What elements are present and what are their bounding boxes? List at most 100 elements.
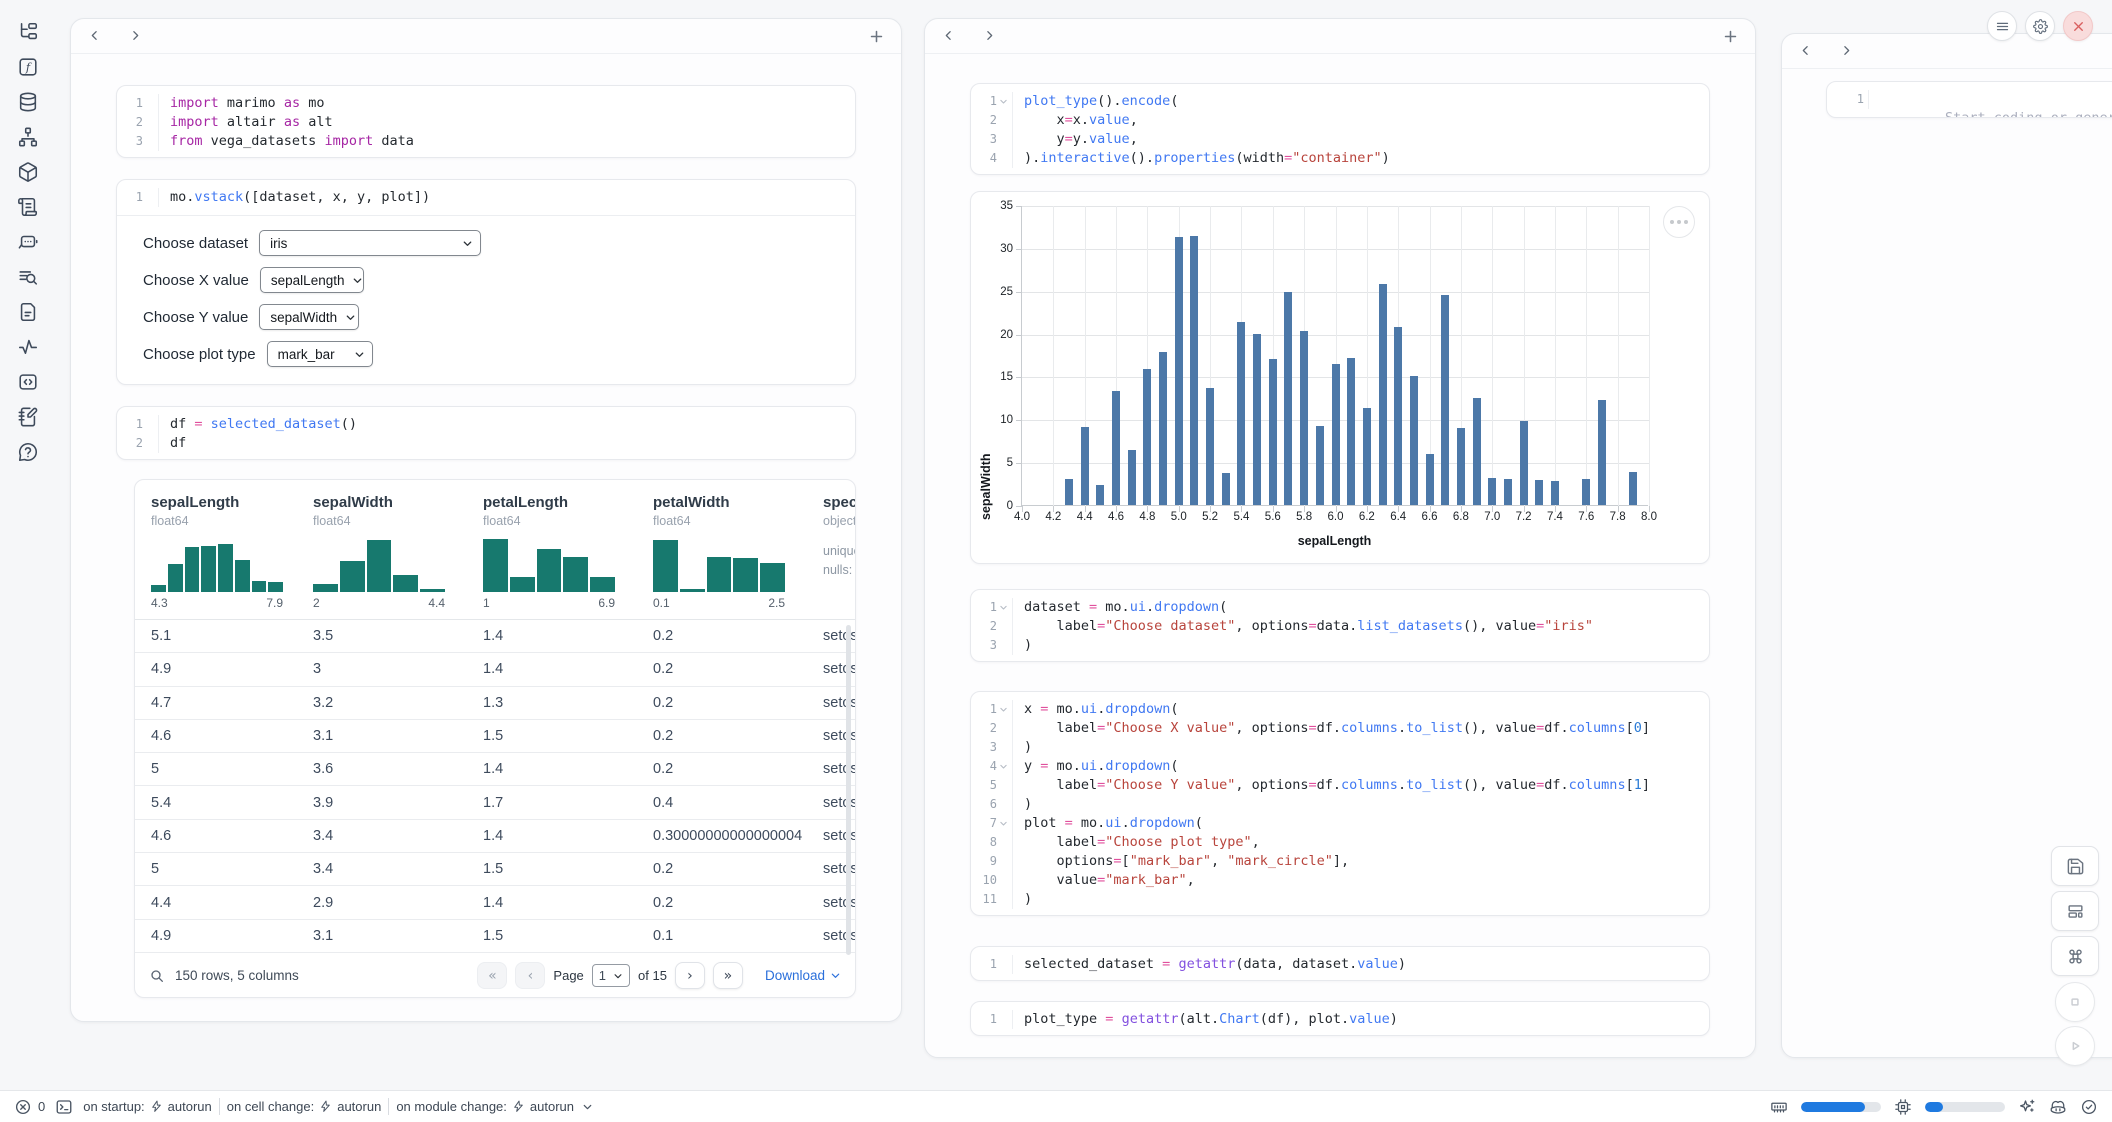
last-page-button[interactable]: » — [713, 962, 743, 989]
run-button[interactable] — [2055, 1026, 2095, 1066]
chevron-right-icon[interactable] — [982, 29, 996, 43]
packages-icon[interactable] — [17, 161, 39, 183]
code-line[interactable]: 11) — [971, 890, 1709, 909]
code-line[interactable]: 4).interactive().properties(width="conta… — [971, 149, 1709, 168]
copilot-icon[interactable] — [2049, 1098, 2067, 1116]
code-cell-xy-dropdowns[interactable]: 1x = mo.ui.dropdown(2 label="Choose X va… — [970, 691, 1710, 916]
column-header-sepalLength[interactable]: sepalLengthfloat644.37.9 — [143, 494, 305, 619]
code-cell-imports[interactable]: 1import marimo as mo2import altair as al… — [116, 85, 856, 158]
dropdown-sepalWidth[interactable]: sepalWidth — [259, 304, 359, 330]
code-cell-vstack[interactable]: 1mo.vstack([dataset, x, y, plot]) Choose… — [116, 179, 856, 385]
code-cell-plot[interactable]: 1plot_type().encode(2 x=x.value,3 y=y.va… — [970, 83, 1710, 175]
table-row[interactable]: 5.43.91.70.4setosa — [135, 786, 855, 819]
layout-button[interactable] — [2051, 891, 2099, 931]
next-page-button[interactable]: › — [675, 962, 705, 989]
runtime-setting[interactable]: on startup:autorun — [83, 1099, 212, 1114]
file-tree-icon[interactable] — [17, 21, 39, 43]
chart-bar[interactable] — [1504, 479, 1512, 505]
code-cell-plot-type[interactable]: 1plot_type = getattr(alt.Chart(df), plot… — [970, 1001, 1710, 1036]
chart-bar[interactable] — [1128, 450, 1136, 505]
search-list-icon[interactable] — [17, 266, 39, 288]
scratchpad-icon[interactable] — [17, 406, 39, 428]
code-line[interactable]: 10 value="mark_bar", — [971, 871, 1709, 890]
tracing-icon[interactable] — [17, 336, 39, 358]
chart-bar[interactable] — [1300, 331, 1308, 505]
dependency-graph-icon[interactable] — [17, 126, 39, 148]
code-output-icon[interactable] — [17, 371, 39, 393]
functions-icon[interactable]: f — [17, 56, 39, 78]
chart-bar[interactable] — [1143, 369, 1151, 505]
keyboard-shortcuts-button[interactable] — [2051, 936, 2099, 976]
chart-bar[interactable] — [1332, 364, 1340, 505]
dropdown-mark_bar[interactable]: mark_bar — [267, 341, 373, 367]
help-icon[interactable] — [17, 441, 39, 463]
scratchpad-editor[interactable]: 1 Start coding or generate with AI — [1826, 81, 2112, 118]
save-button[interactable] — [2051, 846, 2099, 886]
chart-bar[interactable] — [1237, 322, 1245, 505]
table-scrollbar[interactable] — [846, 625, 851, 955]
column-header-sepalWidth[interactable]: sepalWidthfloat6424.4 — [305, 494, 475, 619]
runtime-setting[interactable]: on cell change:autorun — [227, 1099, 382, 1114]
chart-bar[interactable] — [1112, 391, 1120, 505]
chevron-left-icon[interactable] — [1798, 44, 1812, 58]
add-cell-icon[interactable] — [1722, 28, 1739, 45]
errors-indicator-icon[interactable] — [14, 1098, 32, 1116]
chart-bar[interactable] — [1582, 479, 1590, 505]
code-cell-selected-dataset[interactable]: 1selected_dataset = getattr(data, datase… — [970, 946, 1710, 981]
download-button[interactable]: Download — [765, 968, 841, 983]
code-line[interactable]: 1df = selected_dataset() — [117, 415, 855, 434]
chart-bar[interactable] — [1363, 408, 1371, 505]
chart-bar[interactable] — [1316, 426, 1324, 505]
chart-bar[interactable] — [1457, 428, 1465, 505]
chart-bar[interactable] — [1473, 398, 1481, 505]
chart-bar[interactable] — [1535, 480, 1543, 505]
code-line[interactable]: 2 label="Choose X value", options=df.col… — [971, 719, 1709, 738]
table-row[interactable]: 53.41.50.2setosa — [135, 853, 855, 886]
code-line[interactable]: 1x = mo.ui.dropdown( — [971, 700, 1709, 719]
table-row[interactable]: 4.73.21.30.2setosa — [135, 687, 855, 720]
code-line[interactable]: 9 options=["mark_bar", "mark_circle"], — [971, 852, 1709, 871]
table-row[interactable]: 53.61.40.2setosa — [135, 753, 855, 786]
column-header-species[interactable]: speciesobjectunique:nulls: — [815, 494, 855, 619]
ai-sparkles-icon[interactable] — [2018, 1098, 2036, 1116]
stop-button[interactable] — [2055, 982, 2095, 1022]
code-line[interactable]: 6) — [971, 795, 1709, 814]
chevron-left-icon[interactable] — [87, 29, 101, 43]
close-button[interactable] — [2063, 11, 2093, 41]
chart-bar[interactable] — [1410, 376, 1418, 505]
table-row[interactable]: 4.63.11.50.2setosa — [135, 720, 855, 753]
code-line[interactable]: 5 label="Choose Y value", options=df.col… — [971, 776, 1709, 795]
code-line[interactable]: 1import marimo as mo — [117, 94, 855, 113]
chevron-right-icon[interactable] — [1839, 44, 1853, 58]
table-row[interactable]: 5.13.51.40.2setosa — [135, 620, 855, 653]
chart-bar[interactable] — [1206, 388, 1214, 505]
chart-bar[interactable] — [1159, 352, 1167, 505]
chart-plot-area[interactable]: 051015202530354.04.24.44.64.85.05.25.45.… — [1021, 206, 1648, 506]
snippets-icon[interactable] — [17, 301, 39, 323]
chart-bar[interactable] — [1598, 400, 1606, 505]
code-line[interactable]: 3) — [971, 636, 1709, 655]
code-cell-df[interactable]: 1df = selected_dataset()2df — [116, 406, 856, 460]
connection-status-icon[interactable] — [2080, 1098, 2098, 1116]
settings-gear-button[interactable] — [2025, 11, 2055, 41]
code-line[interactable]: 2import altair as alt — [117, 113, 855, 132]
chart-bar[interactable] — [1065, 479, 1073, 505]
code-line[interactable]: 2df — [117, 434, 855, 453]
code-line[interactable]: 4y = mo.ui.dropdown( — [971, 757, 1709, 776]
chart-bar[interactable] — [1253, 334, 1261, 505]
column-header-petalLength[interactable]: petalLengthfloat6416.9 — [475, 494, 645, 619]
table-row[interactable]: 4.63.41.40.30000000000000004setosa — [135, 820, 855, 853]
code-line[interactable]: 1dataset = mo.ui.dropdown( — [971, 598, 1709, 617]
chart-bar[interactable] — [1629, 472, 1637, 505]
chart-bar[interactable] — [1175, 237, 1183, 505]
code-line[interactable]: 1plot_type = getattr(alt.Chart(df), plot… — [971, 1010, 1709, 1029]
first-page-button[interactable]: « — [477, 962, 507, 989]
search-icon[interactable] — [149, 968, 165, 984]
logs-icon[interactable] — [17, 196, 39, 218]
code-line[interactable]: 1mo.vstack([dataset, x, y, plot]) — [117, 188, 855, 207]
chart-bar[interactable] — [1347, 358, 1355, 505]
chart-bar[interactable] — [1284, 292, 1292, 505]
chart-bar[interactable] — [1379, 284, 1387, 505]
chart-bar[interactable] — [1394, 327, 1402, 505]
runtime-setting[interactable]: on module change:autorun — [396, 1099, 594, 1114]
